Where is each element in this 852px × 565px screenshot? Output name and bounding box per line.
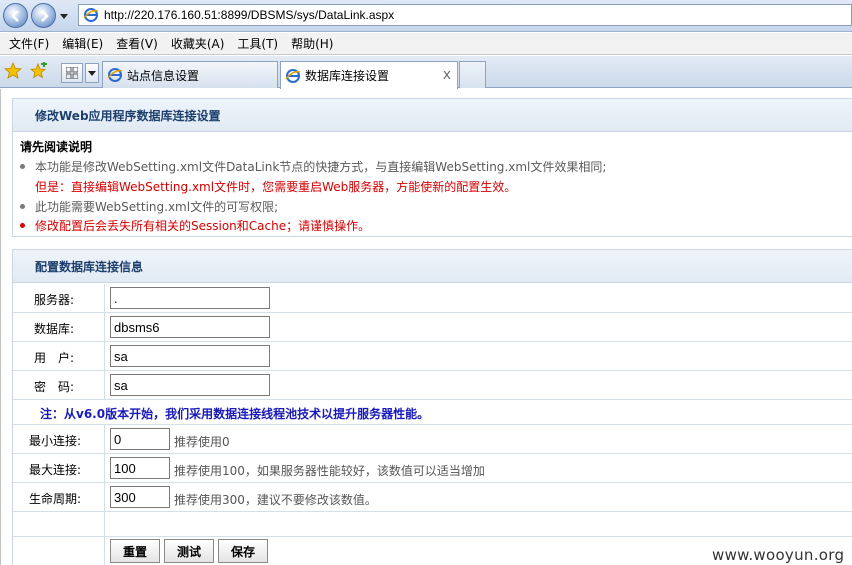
pool-note: 注：从v6.0版本开始，我们采用数据连接线程池技术以提升服务器性能。 bbox=[40, 407, 430, 421]
ie-page-icon bbox=[83, 8, 99, 22]
tab-database-settings[interactable]: 数据库连接设置 x bbox=[280, 61, 458, 89]
max-hint: 推荐使用100，如果服务器性能较好，该数值可以适当增加 bbox=[174, 464, 485, 478]
bullet-icon bbox=[20, 164, 25, 169]
config-panel: 配置数据库连接信息 服务器: . 数据库: dbsms6 用 户: sa 密 码… bbox=[12, 249, 852, 565]
note-item: 但是：直接编辑WebSetting.xml文件时，您需要重启Web服务器，方能使… bbox=[35, 178, 516, 195]
menu-file[interactable]: 文件(F) bbox=[4, 35, 54, 52]
note-item: 此功能需要WebSetting.xml文件的可写权限; bbox=[20, 198, 278, 215]
form-row-min: 最小连接: 0 推荐使用0 bbox=[13, 425, 852, 454]
intro-label: 请先阅读说明 bbox=[20, 140, 93, 154]
bullet-icon bbox=[20, 223, 25, 228]
menu-view[interactable]: 查看(V) bbox=[111, 35, 163, 52]
form-row-empty bbox=[13, 512, 852, 537]
tab-list-button[interactable] bbox=[85, 63, 99, 83]
note-text: 本功能是修改WebSetting.xml文件DataLink节点的快捷方式，与直… bbox=[35, 160, 607, 174]
form-row-password: 密 码: sa bbox=[13, 371, 852, 400]
reset-button[interactable]: 重置 bbox=[110, 539, 160, 563]
favorites-star-icon[interactable] bbox=[4, 62, 22, 80]
quick-tabs-button[interactable] bbox=[61, 63, 83, 83]
save-button[interactable]: 保存 bbox=[218, 539, 268, 563]
form-row-lifetime: 生命周期: 300 推荐使用300，建议不要修改该数值。 bbox=[13, 483, 852, 512]
menu-bar: 文件(F) 编辑(E) 查看(V) 收藏夹(A) 工具(T) 帮助(H) bbox=[0, 33, 852, 55]
min-input[interactable]: 0 bbox=[110, 428, 170, 450]
url-field[interactable]: http://220.176.160.51:8899/DBSMS/sys/Dat… bbox=[78, 4, 852, 26]
lifetime-hint: 推荐使用300，建议不要修改该数值。 bbox=[174, 493, 377, 507]
lifetime-label: 生命周期: bbox=[29, 492, 82, 506]
max-input[interactable]: 100 bbox=[110, 457, 170, 479]
database-label: 数据库: bbox=[34, 322, 75, 336]
form-row-server: 服务器: . bbox=[13, 284, 852, 313]
tab-label: 数据库连接设置 bbox=[305, 69, 390, 83]
config-title: 配置数据库连接信息 bbox=[13, 250, 852, 283]
user-input[interactable]: sa bbox=[110, 345, 270, 367]
form-row-note: 注：从v6.0版本开始，我们采用数据连接线程池技术以提升服务器性能。 bbox=[13, 400, 852, 425]
server-input[interactable]: . bbox=[110, 287, 270, 309]
menu-edit[interactable]: 编辑(E) bbox=[57, 35, 108, 52]
back-arrow-icon bbox=[10, 9, 19, 22]
page-content: 修改Web应用程序数据库连接设置 请先阅读说明 本功能是修改WebSetting… bbox=[0, 89, 852, 565]
min-label: 最小连接: bbox=[29, 434, 82, 448]
password-input[interactable]: sa bbox=[110, 374, 270, 396]
user-label: 用 户: bbox=[34, 351, 75, 365]
form-row-user: 用 户: sa bbox=[13, 342, 852, 371]
forward-arrow-icon bbox=[40, 9, 49, 22]
watermark: www.wooyun.org bbox=[712, 546, 845, 564]
menu-favorites[interactable]: 收藏夹(A) bbox=[166, 35, 230, 52]
ie-page-icon bbox=[285, 68, 301, 83]
add-favorite-icon[interactable] bbox=[30, 62, 48, 80]
new-tab-button[interactable] bbox=[459, 61, 486, 88]
max-label: 最大连接: bbox=[29, 463, 82, 477]
tab-label: 站点信息设置 bbox=[127, 68, 200, 83]
note-text: 修改配置后会丢失所有相关的Session和Cache；请谨慎操作。 bbox=[35, 219, 371, 233]
close-tab-icon[interactable]: x bbox=[443, 67, 451, 83]
tab-bar: 站点信息设置 数据库连接设置 x bbox=[0, 56, 852, 89]
lifetime-input[interactable]: 300 bbox=[110, 486, 170, 508]
password-label: 密 码: bbox=[34, 380, 75, 394]
back-button[interactable] bbox=[3, 3, 28, 28]
grid-icon bbox=[66, 67, 78, 79]
address-bar: http://220.176.160.51:8899/DBSMS/sys/Dat… bbox=[0, 0, 852, 32]
page-title: 修改Web应用程序数据库连接设置 bbox=[13, 99, 852, 132]
note-item: 修改配置后会丢失所有相关的Session和Cache；请谨慎操作。 bbox=[20, 217, 370, 234]
info-panel: 修改Web应用程序数据库连接设置 请先阅读说明 本功能是修改WebSetting… bbox=[12, 98, 852, 237]
menu-tools[interactable]: 工具(T) bbox=[232, 35, 283, 52]
min-hint: 推荐使用0 bbox=[174, 435, 230, 449]
chevron-down-icon bbox=[88, 71, 96, 76]
history-dropdown-icon[interactable] bbox=[59, 11, 69, 21]
forward-button[interactable] bbox=[31, 3, 56, 28]
menu-help[interactable]: 帮助(H) bbox=[286, 35, 338, 52]
form-row-database: 数据库: dbsms6 bbox=[13, 313, 852, 342]
ie-page-icon bbox=[107, 68, 123, 82]
bullet-icon bbox=[20, 204, 25, 209]
note-text: 此功能需要WebSetting.xml文件的可写权限; bbox=[35, 200, 279, 214]
test-button[interactable]: 测试 bbox=[164, 539, 214, 563]
note-item: 本功能是修改WebSetting.xml文件DataLink节点的快捷方式，与直… bbox=[20, 158, 606, 175]
form-row-max: 最大连接: 100 推荐使用100，如果服务器性能较好，该数值可以适当增加 bbox=[13, 454, 852, 483]
url-text: http://220.176.160.51:8899/DBSMS/sys/Dat… bbox=[104, 8, 395, 22]
note-text: 但是：直接编辑WebSetting.xml文件时，您需要重启Web服务器，方能使… bbox=[35, 180, 517, 194]
server-label: 服务器: bbox=[34, 293, 75, 307]
database-input[interactable]: dbsms6 bbox=[110, 316, 270, 338]
tab-site-settings[interactable]: 站点信息设置 bbox=[102, 61, 278, 88]
